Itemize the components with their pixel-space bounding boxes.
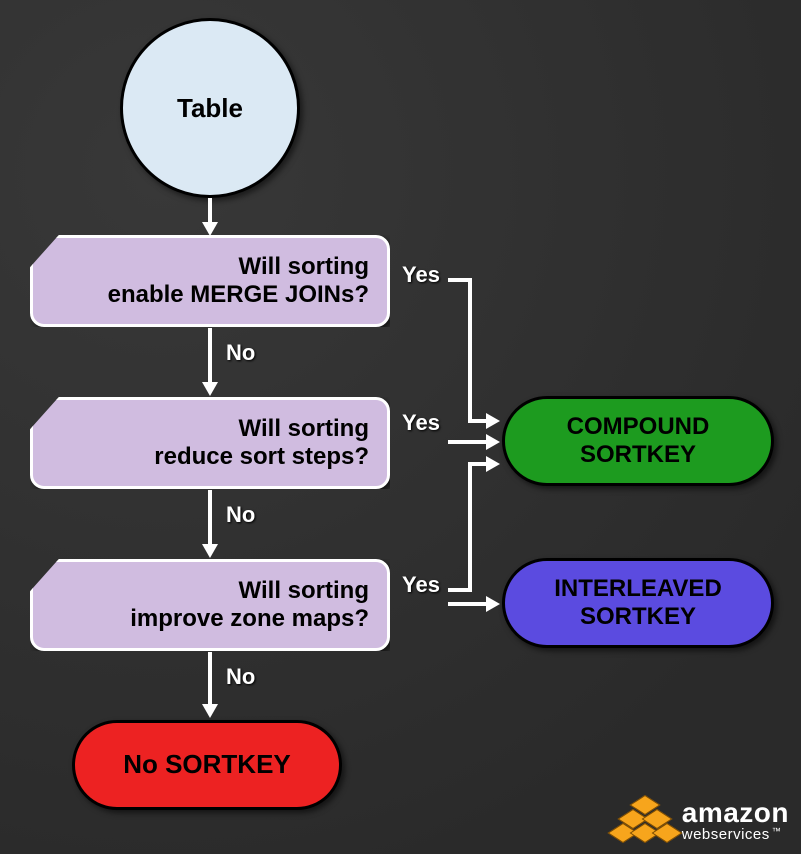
arrow — [208, 198, 212, 224]
edge-label-yes: Yes — [402, 572, 440, 598]
arrowhead-right-icon — [486, 434, 500, 450]
arrowhead-right-icon — [486, 413, 500, 429]
arrowhead-down-icon — [202, 382, 218, 396]
arrow — [468, 462, 488, 466]
decision-merge-joins: Will sorting enable MERGE JOINs? — [30, 235, 390, 327]
aws-logo-text: amazon webservices™ — [682, 799, 789, 842]
flowchart-canvas: Table Will sorting enable MERGE JOINs? Y… — [0, 0, 801, 854]
arrowhead-down-icon — [202, 222, 218, 236]
aws-logo: amazon webservices™ — [616, 794, 789, 846]
start-label: Table — [177, 93, 243, 124]
outcome-compound-sortkey: COMPOUND SORTKEY — [502, 396, 774, 486]
aws-cubes-icon — [616, 794, 674, 846]
edge-label-yes: Yes — [402, 262, 440, 288]
edge-label-no: No — [226, 502, 255, 528]
edge-label-no: No — [226, 340, 255, 366]
outcome-text: INTERLEAVED SORTKEY — [554, 575, 722, 630]
arrow — [448, 440, 488, 444]
arrow — [208, 652, 212, 706]
arrow — [448, 602, 488, 606]
arrowhead-down-icon — [202, 704, 218, 718]
outcome-no-sortkey: No SORTKEY — [72, 720, 342, 810]
decision-text: Will sorting enable MERGE JOINs? — [108, 253, 369, 308]
arrow — [468, 419, 488, 423]
outcome-text: COMPOUND SORTKEY — [567, 413, 710, 468]
arrow — [208, 490, 212, 546]
edge-label-yes: Yes — [402, 410, 440, 436]
arrow — [468, 462, 472, 592]
decision-text: Will sorting reduce sort steps? — [154, 415, 369, 470]
arrowhead-right-icon — [486, 596, 500, 612]
outcome-interleaved-sortkey: INTERLEAVED SORTKEY — [502, 558, 774, 648]
arrowhead-down-icon — [202, 544, 218, 558]
arrow — [208, 328, 212, 384]
decision-text: Will sorting improve zone maps? — [130, 577, 369, 632]
edge-label-no: No — [226, 664, 255, 690]
decision-improve-zone-maps: Will sorting improve zone maps? — [30, 559, 390, 651]
start-node-table: Table — [120, 18, 300, 198]
arrow — [468, 278, 472, 423]
outcome-text: No SORTKEY — [123, 750, 291, 780]
decision-reduce-sort-steps: Will sorting reduce sort steps? — [30, 397, 390, 489]
arrowhead-right-icon — [486, 456, 500, 472]
